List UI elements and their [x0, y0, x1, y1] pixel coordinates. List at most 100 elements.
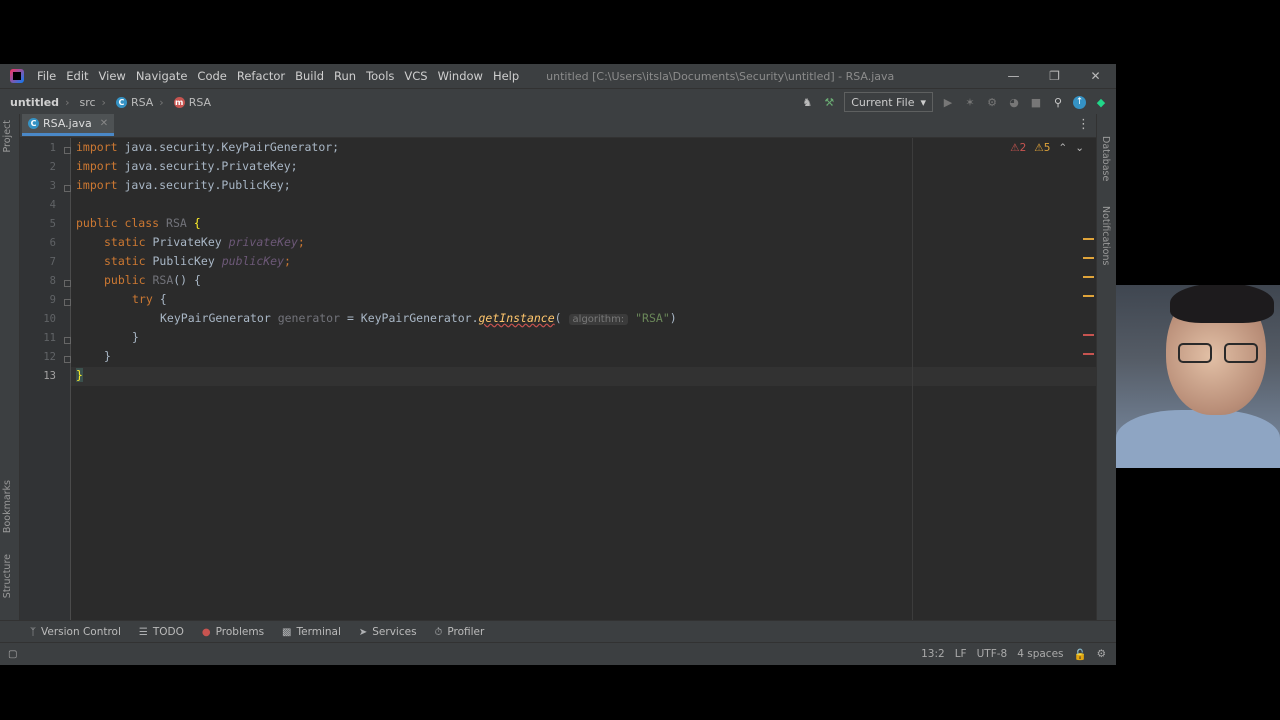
- file-encoding[interactable]: UTF-8: [977, 648, 1008, 660]
- warning-stripe-mark[interactable]: [1083, 276, 1094, 278]
- chevron-down-icon[interactable]: ⌄: [1075, 142, 1084, 154]
- warning-stripe-mark[interactable]: [1083, 257, 1094, 259]
- problems-button[interactable]: ● Problems: [202, 626, 264, 638]
- update-icon[interactable]: ↑: [1073, 95, 1086, 109]
- menu-code[interactable]: Code: [197, 69, 226, 83]
- restore-icon[interactable]: ❐: [1034, 64, 1075, 88]
- warning-stripe-mark[interactable]: [1083, 295, 1094, 297]
- error-stripe-mark[interactable]: [1083, 353, 1094, 355]
- menu-run[interactable]: Run: [334, 69, 356, 83]
- menu-view[interactable]: View: [99, 69, 126, 83]
- menu-navigate[interactable]: Navigate: [136, 69, 188, 83]
- tab-rsa-java[interactable]: C RSA.java ✕: [22, 114, 115, 136]
- fold-marker-icon[interactable]: [64, 185, 71, 192]
- keyword: static: [104, 254, 146, 268]
- menu-bar: File Edit View Navigate Code Refactor Bu…: [0, 64, 1116, 88]
- brace-highlighted: }: [76, 368, 83, 382]
- constructor-name: RSA: [145, 273, 174, 287]
- fold-marker-icon[interactable]: [64, 337, 71, 344]
- menu-window[interactable]: Window: [438, 69, 483, 83]
- code-text: = KeyPairGenerator.: [340, 311, 479, 325]
- services-button[interactable]: ➤ Services: [359, 626, 417, 638]
- warning-stripe-mark[interactable]: [1083, 238, 1094, 240]
- menu-help[interactable]: Help: [493, 69, 519, 83]
- structure-tool-button[interactable]: Structure: [2, 554, 13, 598]
- error-icon: ●: [201, 626, 211, 638]
- error-stripe-mark[interactable]: [1083, 334, 1094, 336]
- profile-icon[interactable]: ◕: [1007, 95, 1021, 109]
- code-text: java.security.PublicKey;: [117, 178, 291, 192]
- code-line-8: public RSA() {: [104, 271, 201, 290]
- chevron-down-icon: ▾: [920, 95, 926, 109]
- class-icon: C: [28, 118, 39, 129]
- breadcrumb-method[interactable]: m RSA: [173, 96, 211, 109]
- code-line-12: }: [104, 347, 111, 366]
- debug-icon[interactable]: ✶: [963, 95, 977, 109]
- build-hammer-icon[interactable]: ⚒: [822, 95, 836, 109]
- keyword: public: [104, 273, 146, 287]
- breadcrumb-class-label: RSA: [130, 95, 154, 109]
- fold-marker-icon[interactable]: [64, 280, 71, 287]
- breadcrumb-project[interactable]: untitled: [10, 96, 59, 109]
- code-text: java.security.PrivateKey;: [117, 159, 298, 173]
- breadcrumb-separator: ›: [101, 95, 106, 109]
- search-icon[interactable]: ⚲: [1051, 95, 1065, 109]
- code-text: java.security.KeyPairGenerator;: [117, 140, 340, 154]
- coverage-icon[interactable]: ⚙: [985, 95, 999, 109]
- warning-count[interactable]: ⚠5: [1034, 142, 1050, 154]
- fold-marker-icon[interactable]: [64, 356, 71, 363]
- fold-marker-icon[interactable]: [64, 299, 71, 306]
- caret-position[interactable]: 13:2: [921, 648, 945, 660]
- menu-vcs[interactable]: VCS: [404, 69, 427, 83]
- profiler-button[interactable]: ⏱ Profiler: [435, 626, 485, 638]
- terminal-button[interactable]: ▩ Terminal: [282, 626, 341, 638]
- intellij-logo-icon[interactable]: [10, 69, 24, 83]
- menu-file[interactable]: File: [37, 69, 56, 83]
- field-name: privateKey: [228, 235, 298, 249]
- tool-label: Problems: [215, 626, 265, 638]
- user-icon[interactable]: ♞: [800, 95, 814, 109]
- close-icon[interactable]: ✕: [1075, 64, 1116, 88]
- breadcrumb-class[interactable]: C RSA: [115, 95, 154, 109]
- project-tool-button[interactable]: Project: [2, 120, 13, 153]
- code-line-2: import java.security.PrivateKey;: [76, 157, 298, 176]
- presenter-glasses: [1178, 343, 1262, 363]
- inspection-widget[interactable]: ⚠2 ⚠5 ⌃ ⌄: [1010, 142, 1084, 154]
- version-control-button[interactable]: ᛉ Version Control: [30, 626, 121, 638]
- keyword: import: [76, 159, 118, 173]
- line-separator[interactable]: LF: [955, 648, 967, 660]
- settings-gear-icon[interactable]: ⚙: [1097, 648, 1106, 660]
- breadcrumb-src[interactable]: src: [79, 96, 95, 109]
- presenter-shoulders: [1116, 410, 1280, 468]
- menu-edit[interactable]: Edit: [66, 69, 88, 83]
- menu-refactor[interactable]: Refactor: [237, 69, 285, 83]
- indent-setting[interactable]: 4 spaces: [1017, 648, 1063, 660]
- bookmarks-tool-button[interactable]: Bookmarks: [2, 480, 13, 533]
- notifications-tool-button[interactable]: Notifications: [1100, 206, 1111, 265]
- chevron-up-icon[interactable]: ⌃: [1058, 142, 1067, 154]
- layout-toggle-icon[interactable]: ▢: [8, 649, 17, 660]
- close-tab-icon[interactable]: ✕: [100, 118, 108, 129]
- error-count[interactable]: ⚠2: [1010, 142, 1026, 154]
- run-configuration-dropdown[interactable]: Current File ▾: [844, 92, 933, 112]
- warning-count-value: 5: [1043, 142, 1051, 154]
- code-editor[interactable]: 1 2 3 4 5 6 7 8 9 10 11 12 13 import jav…: [20, 138, 1096, 620]
- lock-icon[interactable]: 🔓: [1074, 648, 1087, 661]
- paren: ): [669, 311, 677, 325]
- menu-tools[interactable]: Tools: [366, 69, 394, 83]
- line-number-current: 13: [43, 370, 56, 382]
- profiler-icon: ⏱: [434, 626, 443, 638]
- fold-marker-icon[interactable]: [64, 147, 71, 154]
- more-options-icon[interactable]: ⋮: [1077, 117, 1090, 132]
- plugin-logo-icon[interactable]: ◆: [1094, 95, 1108, 109]
- stop-icon[interactable]: ■: [1029, 95, 1043, 109]
- code-line-1: import java.security.KeyPairGenerator;: [76, 138, 339, 157]
- line-number: 4: [49, 199, 56, 211]
- database-tool-button[interactable]: Database: [1100, 136, 1111, 181]
- type-name: PublicKey: [145, 254, 222, 268]
- menu-build[interactable]: Build: [295, 69, 324, 83]
- minimize-icon[interactable]: —: [993, 64, 1034, 88]
- code-line-11: }: [132, 328, 139, 347]
- run-icon[interactable]: ▶: [941, 95, 955, 109]
- todo-button[interactable]: ☰ TODO: [139, 626, 184, 638]
